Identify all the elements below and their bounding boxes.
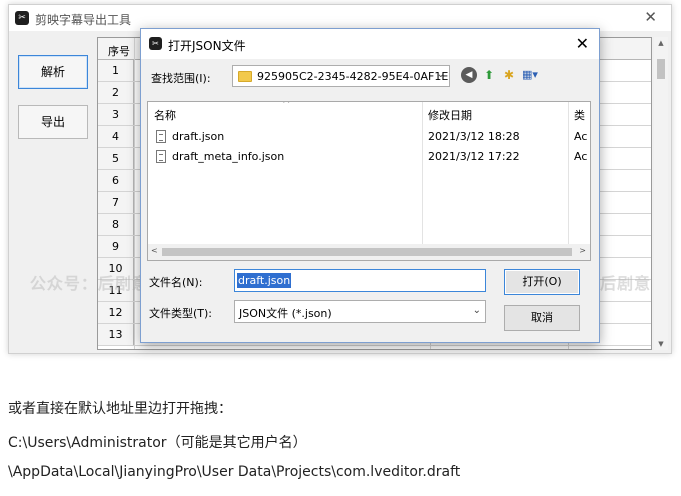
back-icon[interactable]: ◀	[461, 67, 477, 83]
app-title: 剪映字幕导出工具	[35, 13, 132, 27]
dialog-titlebar: ✂ 打开JSON文件 ✕	[141, 29, 599, 59]
column-name[interactable]: 名称	[154, 107, 176, 123]
scroll-thumb[interactable]	[162, 248, 572, 256]
grid-row-index: 6	[98, 170, 134, 191]
file-list-horizontal-scrollbar[interactable]: < >	[148, 244, 590, 260]
scroll-up-icon[interactable]: ▲	[654, 39, 668, 47]
article-line: \AppData\Local\JianyingPro\User Data\Pro…	[8, 464, 461, 480]
grid-row-index: 12	[98, 302, 134, 323]
capcut-logo-icon: ✂	[149, 37, 162, 50]
grid-row-index: 7	[98, 192, 134, 213]
grid-header-index: 序号	[108, 45, 130, 58]
look-in-label: 查找范围(I):	[151, 72, 211, 85]
chevron-down-icon: ⌄	[472, 305, 481, 316]
filename-value: draft.json	[237, 273, 292, 288]
grid-row-index: 3	[98, 104, 134, 125]
file-name: draft_meta_info.json	[172, 150, 285, 163]
file-list-header: ^ 名称 修改日期 类	[148, 102, 590, 122]
scroll-right-icon[interactable]: >	[579, 246, 586, 255]
grid-row-index: 5	[98, 148, 134, 169]
grid-vertical-scrollbar[interactable]: ▲ ▼	[654, 37, 668, 350]
dialog-close-icon[interactable]: ✕	[576, 34, 589, 53]
file-name: draft.json	[172, 130, 225, 143]
dialog-title: 打开JSON文件	[168, 39, 246, 53]
grid-row-index: 10	[98, 258, 134, 279]
capcut-logo-icon: ✂	[15, 11, 29, 25]
view-menu-icon[interactable]: ▦▾	[522, 67, 548, 83]
grid-row-index: 4	[98, 126, 134, 147]
column-modified[interactable]: 修改日期	[428, 107, 472, 123]
export-button[interactable]: 导出	[18, 105, 88, 139]
json-file-icon	[156, 130, 166, 143]
json-file-icon	[156, 150, 166, 163]
filename-label: 文件名(N):	[149, 276, 203, 289]
app-close-icon[interactable]: ✕	[644, 8, 657, 26]
folder-icon	[238, 71, 252, 82]
grid-row-index: 9	[98, 236, 134, 257]
look-in-value: 925905C2-2345-4282-95E4-0AF1E	[257, 70, 449, 83]
file-row[interactable]: draft_meta_info.json 2021/3/12 17:22 Ac	[148, 146, 590, 166]
filetype-dropdown[interactable]: JSON文件 (*.json) ⌄	[234, 300, 486, 323]
filename-input[interactable]: draft.json	[234, 269, 486, 292]
scroll-left-icon[interactable]: <	[151, 246, 158, 255]
up-folder-icon[interactable]: ⬆	[481, 67, 497, 83]
chevron-down-icon: ⌄	[436, 69, 445, 80]
new-folder-icon[interactable]: ✱	[501, 67, 517, 83]
grid-row-index: 11	[98, 280, 134, 301]
article-line: C:\Users\Administrator（可能是其它用户名）	[8, 435, 307, 451]
column-divider[interactable]	[568, 102, 569, 122]
scroll-thumb[interactable]	[657, 59, 665, 79]
grid-row-index: 1	[98, 60, 134, 81]
column-divider[interactable]	[422, 102, 423, 122]
filetype-value: JSON文件 (*.json)	[239, 307, 332, 320]
file-row[interactable]: draft.json 2021/3/12 18:28 Ac	[148, 126, 590, 146]
cancel-button[interactable]: 取消	[504, 305, 580, 331]
open-json-dialog: ✂ 打开JSON文件 ✕ 查找范围(I): 925905C2-2345-4282…	[140, 28, 600, 343]
grid-row-index: 8	[98, 214, 134, 235]
file-list[interactable]: ^ 名称 修改日期 类 draft.json 2021/3/12 18:28 Ac d…	[147, 101, 591, 261]
open-button[interactable]: 打开(O)	[504, 269, 580, 295]
filetype-label: 文件类型(T):	[149, 307, 213, 320]
file-date: 2021/3/12 18:28	[428, 130, 520, 143]
grid-row-index: 2	[98, 82, 134, 103]
scroll-down-icon[interactable]: ▼	[654, 340, 668, 348]
grid-row-index: 13	[98, 324, 134, 345]
look-in-dropdown[interactable]: 925905C2-2345-4282-95E4-0AF1E ⌄	[232, 65, 450, 87]
sort-ascending-icon: ^	[282, 101, 291, 110]
file-date: 2021/3/12 17:22	[428, 150, 520, 163]
file-type: Ac	[574, 130, 588, 143]
article-line: 或者直接在默认地址里边打开拖拽：	[8, 401, 232, 417]
file-type: Ac	[574, 150, 588, 163]
column-type[interactable]: 类	[574, 107, 585, 123]
parse-button[interactable]: 解析	[18, 55, 88, 89]
